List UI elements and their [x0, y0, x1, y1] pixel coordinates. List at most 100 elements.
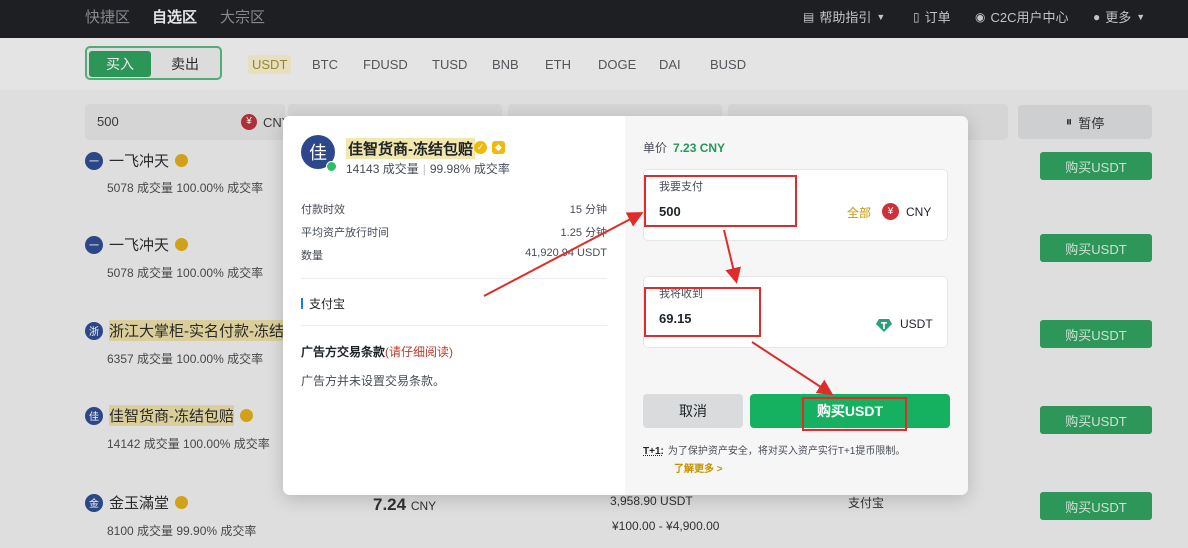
- orders-label: 订单: [924, 10, 951, 25]
- completion-rate: 99.98% 成交率: [429, 162, 510, 176]
- unit-price-label: 单价: [643, 141, 668, 155]
- coin-tab-fdusd[interactable]: FDUSD: [363, 57, 408, 72]
- buy-usdt-button[interactable]: 购买USDT: [1040, 234, 1152, 262]
- tab-bulk-zone[interactable]: 大宗区: [220, 6, 265, 27]
- offer-payment: 支付宝: [848, 496, 885, 510]
- terms-body: 广告方并未设置交易条款。: [301, 374, 446, 388]
- amount-filter-value: 500: [97, 114, 119, 129]
- detail-key: 数量: [301, 250, 323, 262]
- pay-currency: CNY: [906, 205, 932, 219]
- list-item: 佳佳智货商-冻结包赔 14142 成交量 100.00% 成交率: [85, 405, 270, 452]
- tab-favorites-zone[interactable]: 自选区: [152, 6, 197, 27]
- dialog-merchant-name[interactable]: 佳智货商-冻结包赔: [346, 138, 475, 159]
- coin-tab-bnb[interactable]: BNB: [492, 57, 519, 72]
- avatar: 一: [85, 235, 103, 254]
- t1-notice: T+1: 为了保护资产安全，将对买入资产实行T+1提币限制。: [643, 444, 948, 459]
- more-icon: ●: [1093, 9, 1101, 24]
- cancel-button[interactable]: 取消: [643, 394, 743, 428]
- yuan-icon: ¥: [882, 203, 899, 220]
- divider: [301, 325, 607, 326]
- buy-usdt-button[interactable]: 购买USDT: [1040, 492, 1152, 520]
- offer-price-unit: CNY: [410, 499, 437, 513]
- detail-value: 15 分钟: [569, 204, 607, 216]
- detail-value: 1.25 分钟: [560, 227, 607, 239]
- t1-text: 为了保护资产安全，将对买入资产实行T+1提币限制。: [667, 446, 906, 457]
- coin-tab-doge[interactable]: DOGE: [598, 57, 636, 72]
- help-guide-menu[interactable]: ▤ 帮助指引 ▼: [803, 7, 885, 26]
- verified-badge-icon: [175, 496, 189, 509]
- chevron-down-icon: ▼: [876, 11, 886, 22]
- tab-quick-zone[interactable]: 快捷区: [85, 6, 130, 27]
- merchant-name[interactable]: 浙江大掌柜-实名付款-冻结包: [109, 320, 299, 341]
- buy-toggle-button[interactable]: 买入: [89, 51, 151, 77]
- yuan-icon: ¥: [241, 114, 257, 130]
- coin-tab-tusd[interactable]: TUSD: [432, 57, 467, 72]
- user-icon: ◉: [975, 9, 986, 24]
- coin-tab-btc[interactable]: BTC: [312, 57, 338, 72]
- verified-badge-icon: ✓: [474, 141, 487, 154]
- dialog-merchant-stats: 14143 成交量 | 99.98% 成交率: [346, 162, 510, 176]
- merchant-name[interactable]: 一飞冲天: [109, 234, 169, 255]
- verified-badge-icon: [175, 238, 189, 251]
- list-item: 一一飞冲天 5078 成交量 100.00% 成交率: [85, 150, 263, 196]
- detail-key: 平均资产放行时间: [301, 227, 389, 239]
- help-guide-label: 帮助指引: [819, 10, 872, 25]
- list-item: 金金玉滿堂 8100 成交量 99.90% 成交率: [85, 492, 256, 539]
- offer-price-value: 7.24: [373, 495, 407, 514]
- terms-title: 广告方交易条款(请仔细阅读): [301, 343, 453, 360]
- verified-badge-icon: [175, 154, 189, 167]
- top-nav: 快捷区 自选区 大宗区 ▤ 帮助指引 ▼ ▯ 订单 ◉ C2C用户中心 ● 更多 ▼: [0, 0, 1188, 38]
- book-icon: ▤: [803, 9, 815, 24]
- buy-usdt-button[interactable]: 购买USDT: [1040, 320, 1152, 348]
- buy-usdt-button[interactable]: 购买USDT: [1040, 406, 1152, 434]
- avatar: 浙: [85, 321, 103, 340]
- pause-label: 暂停: [1078, 115, 1105, 131]
- offer-limit: ¥100.00 - ¥4,900.00: [612, 519, 720, 533]
- merchant-stats: 5078 成交量 100.00% 成交率: [107, 266, 264, 280]
- t1-tag: T+1:: [643, 446, 664, 457]
- merchant-stats: 8100 成交量 99.90% 成交率: [107, 524, 257, 538]
- chevron-down-icon: ▼: [1136, 11, 1146, 22]
- merchant-name[interactable]: 一飞冲天: [109, 150, 169, 171]
- detail-key: 付款时效: [301, 204, 345, 216]
- c2c-center-label: C2C用户中心: [990, 10, 1069, 25]
- detail-value: 41,920.94 USDT: [525, 247, 607, 259]
- coin-tab-dai[interactable]: DAI: [659, 57, 681, 72]
- shield-badge-icon: ◆: [492, 141, 505, 154]
- pause-button[interactable]: ⏸ 暂停: [1018, 105, 1152, 139]
- verified-badge-icon: [240, 409, 253, 422]
- annotation-box-pay: [644, 175, 797, 227]
- merchant-stats: 14142 成交量 100.00% 成交率: [107, 437, 270, 451]
- payment-method-label: 支付宝: [309, 297, 346, 311]
- offer-price: 7.24 CNY: [373, 495, 436, 515]
- buy-usdt-button[interactable]: 购买USDT: [1040, 152, 1152, 180]
- dialog-merchant-panel: 佳 佳智货商-冻结包赔 ✓ ◆ 14143 成交量 | 99.98% 成交率 付款时…: [283, 116, 625, 495]
- sell-toggle-button[interactable]: 卖出: [153, 51, 217, 77]
- merchant-name[interactable]: 佳智货商-冻结包赔: [109, 405, 234, 426]
- payment-method: 支付宝: [301, 295, 345, 312]
- annotation-box-confirm: [802, 397, 907, 431]
- merchant-stats: 5078 成交量 100.00% 成交率: [107, 181, 264, 195]
- unit-price-value: 7.23 CNY: [673, 141, 726, 155]
- list-item: 浙浙江大掌柜-实名付款-冻结包 6357 成交量 100.00% 成交率: [85, 320, 299, 367]
- c2c-center-link[interactable]: ◉ C2C用户中心: [975, 7, 1069, 26]
- learn-more-link[interactable]: 了解更多 >: [674, 460, 723, 475]
- buy-sell-toggle: 买入 卖出: [85, 46, 222, 80]
- pay-all-button[interactable]: 全部: [847, 204, 871, 221]
- avatar: 金: [85, 493, 103, 512]
- orders-link[interactable]: ▯ 订单: [913, 7, 951, 26]
- payment-color-bar: [301, 298, 303, 309]
- offer-quantity: 3,958.90 USDT: [610, 494, 693, 508]
- coin-tab-busd[interactable]: BUSD: [710, 57, 746, 72]
- terms-title-text: 广告方交易条款: [301, 345, 386, 359]
- divider: [301, 278, 607, 279]
- amount-filter-input[interactable]: 500 ¥ CNY: [85, 104, 290, 140]
- more-menu[interactable]: ● 更多 ▼: [1093, 7, 1145, 26]
- list-item: 一一飞冲天 5078 成交量 100.00% 成交率: [85, 234, 263, 281]
- merchant-name[interactable]: 金玉滿堂: [109, 492, 169, 513]
- coin-tab-eth[interactable]: ETH: [545, 57, 571, 72]
- coin-tab-usdt[interactable]: USDT: [248, 55, 292, 74]
- terms-read-link[interactable]: (请仔细阅读): [385, 345, 453, 359]
- receive-currency: USDT: [900, 317, 933, 331]
- annotation-box-receive: [644, 287, 761, 337]
